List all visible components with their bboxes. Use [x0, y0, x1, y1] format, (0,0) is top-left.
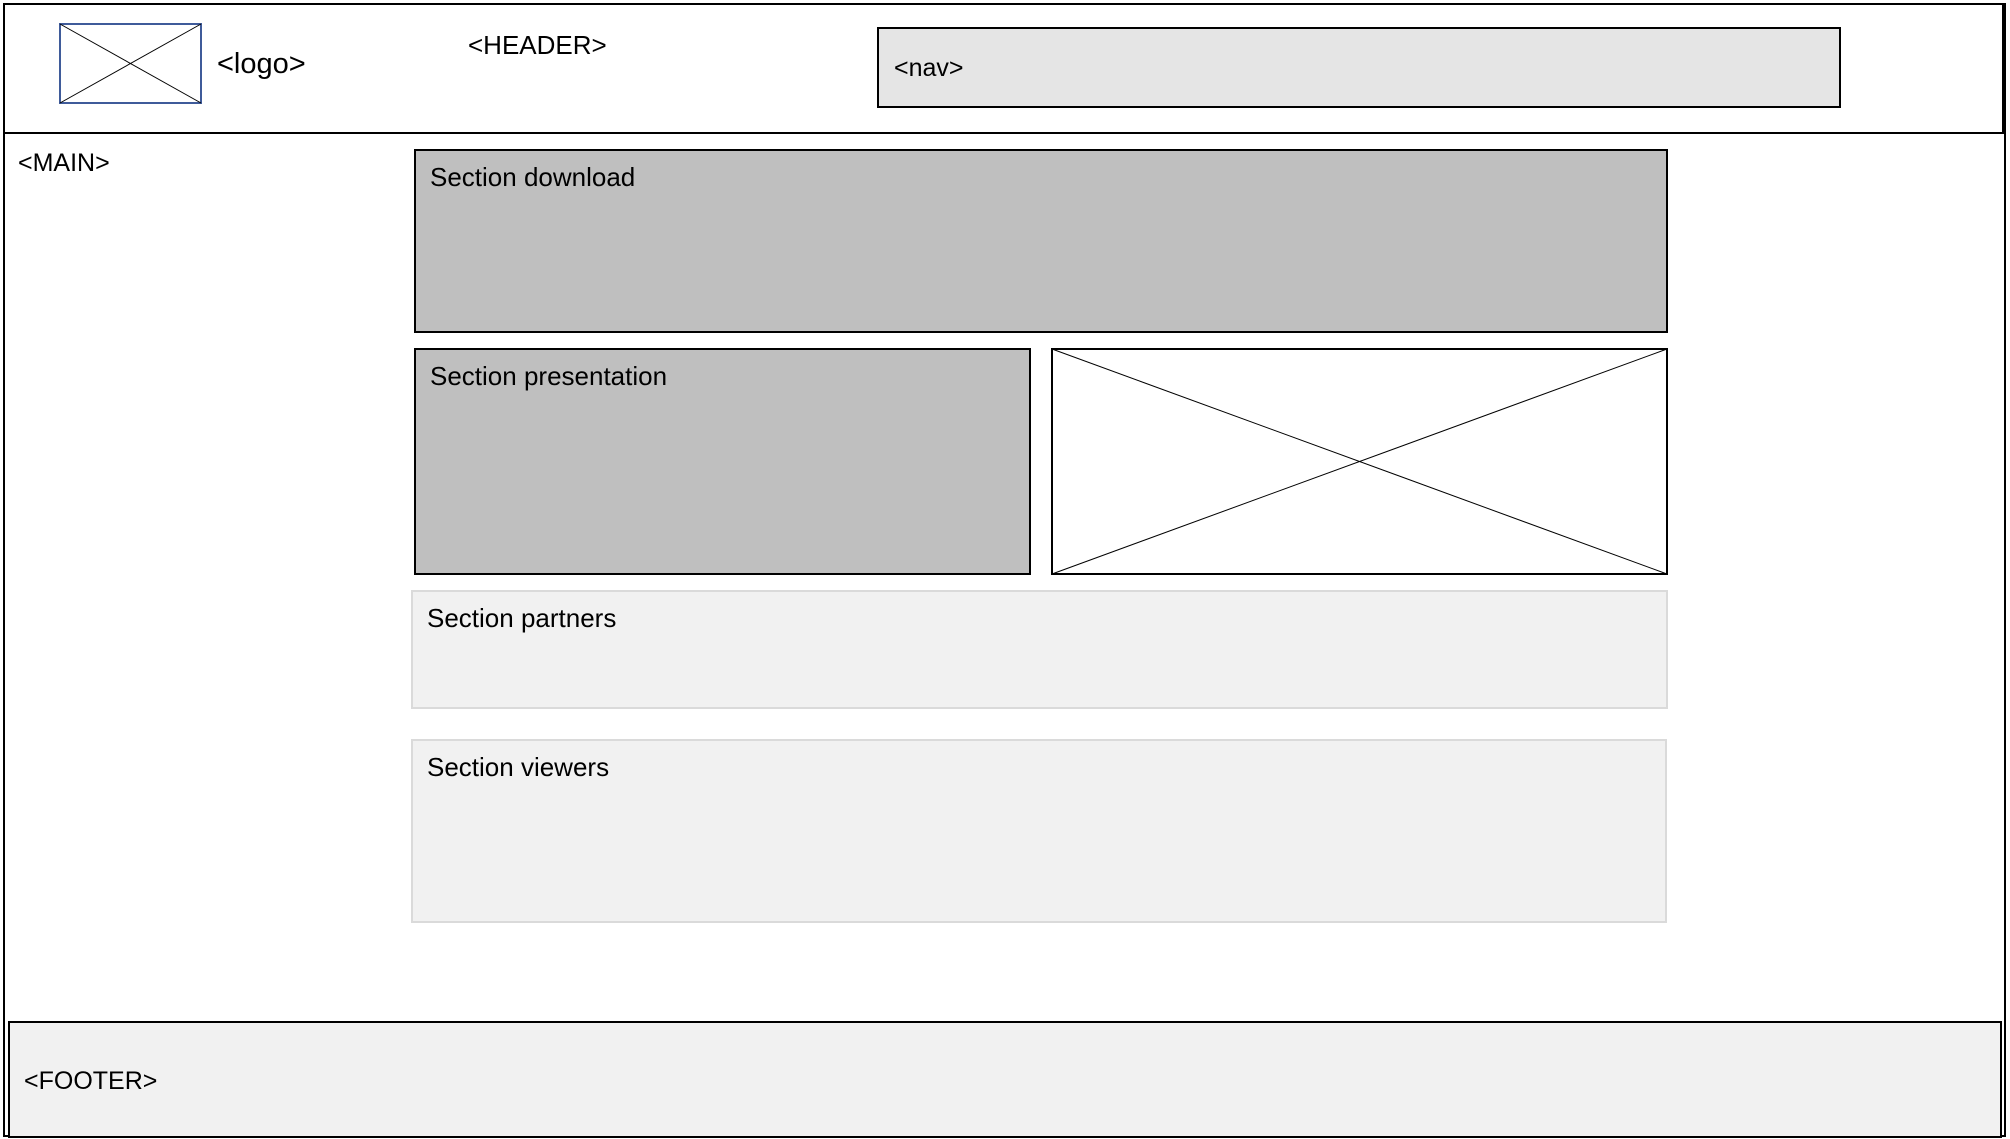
section-viewers-label: Section viewers [427, 752, 610, 782]
footer-region: <FOOTER> [8, 1021, 2002, 1138]
logo-label: <logo> [217, 48, 306, 80]
logo-image-placeholder-icon[interactable] [59, 23, 202, 104]
nav-label: <nav> [894, 54, 964, 82]
section-partners-label: Section partners [427, 603, 617, 633]
section-download-label: Section download [430, 162, 636, 192]
presentation-placeholder-graphic [1051, 348, 1668, 575]
presentation-image-placeholder-icon [1051, 348, 1668, 575]
section-viewers: Section viewers [411, 739, 1667, 923]
section-presentation-label: Section presentation [430, 361, 668, 391]
section-presentation: Section presentation [414, 348, 1031, 575]
section-partners: Section partners [411, 590, 1668, 709]
header-label: <HEADER> [468, 30, 607, 60]
section-download: Section download [414, 149, 1668, 333]
nav-region[interactable]: <nav> [877, 27, 1841, 108]
main-label: <MAIN> [18, 149, 110, 177]
footer-label: <FOOTER> [24, 1067, 158, 1095]
logo-placeholder-graphic [59, 23, 202, 104]
